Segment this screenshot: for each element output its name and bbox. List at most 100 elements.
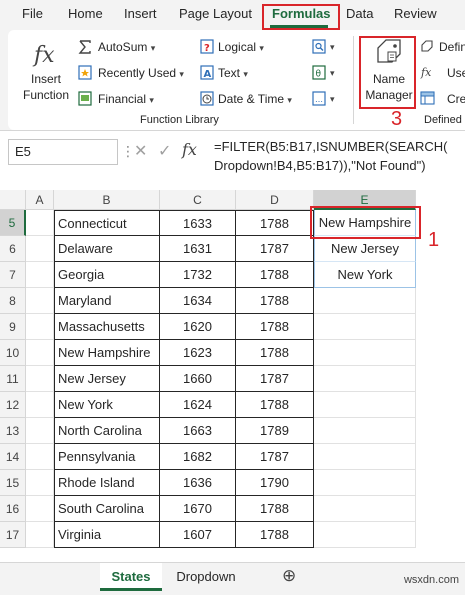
year-cell[interactable]: 1631	[160, 236, 236, 262]
recently-used-button[interactable]: Recently Used ▾	[98, 66, 184, 80]
more-functions-book-icon[interactable]: …	[312, 91, 326, 106]
grid-cell[interactable]	[26, 288, 54, 314]
math-book-icon[interactable]: θ	[312, 65, 326, 80]
sheet-tab-dropdown[interactable]: Dropdown	[168, 563, 244, 591]
grid-cell[interactable]	[26, 236, 54, 262]
result-cell[interactable]: New Hampshire	[314, 210, 416, 236]
name-box[interactable]: E5	[8, 139, 118, 165]
state-cell[interactable]: Connecticut	[54, 210, 160, 236]
formula-input[interactable]: =FILTER(B5:B17,ISNUMBER(SEARCH( Dropdown…	[214, 137, 464, 175]
year-cell[interactable]: 1788	[236, 496, 314, 522]
year-cell[interactable]: 1787	[236, 236, 314, 262]
name-manager-label-2[interactable]: Manager	[360, 88, 418, 102]
column-header-e[interactable]: E	[314, 190, 416, 210]
grid-cell[interactable]	[26, 522, 54, 548]
state-cell[interactable]: South Carolina	[54, 496, 160, 522]
row-header[interactable]: 12	[0, 392, 26, 418]
state-cell[interactable]: New York	[54, 392, 160, 418]
year-cell[interactable]: 1633	[160, 210, 236, 236]
tab-data[interactable]: Data	[346, 6, 373, 21]
autosum-button[interactable]: AutoSum ▾	[98, 40, 155, 54]
lookup-book-icon[interactable]	[312, 39, 326, 54]
year-cell[interactable]: 1670	[160, 496, 236, 522]
row-header[interactable]: 9	[0, 314, 26, 340]
row-header[interactable]: 6	[0, 236, 26, 262]
state-cell[interactable]: Pennsylvania	[54, 444, 160, 470]
state-cell[interactable]: North Carolina	[54, 418, 160, 444]
row-header[interactable]: 16	[0, 496, 26, 522]
result-cell[interactable]	[314, 366, 416, 392]
grid-cell[interactable]	[26, 418, 54, 444]
grid-cell[interactable]	[26, 496, 54, 522]
chevron-down-icon[interactable]: ▾	[330, 68, 335, 79]
state-cell[interactable]: Georgia	[54, 262, 160, 288]
year-cell[interactable]: 1790	[236, 470, 314, 496]
row-header[interactable]: 7	[0, 262, 26, 288]
state-cell[interactable]: New Hampshire	[54, 340, 160, 366]
sheet-tab-states[interactable]: States	[100, 563, 162, 591]
result-cell[interactable]	[314, 522, 416, 548]
logical-button[interactable]: Logical ▾	[218, 40, 264, 54]
result-cell[interactable]	[314, 314, 416, 340]
enter-icon[interactable]: ✓	[158, 141, 171, 161]
tab-page-layout[interactable]: Page Layout	[179, 6, 252, 21]
name-manager-label-1[interactable]: Name	[360, 72, 418, 86]
tab-home[interactable]: Home	[68, 6, 103, 21]
grid-cell[interactable]	[26, 314, 54, 340]
row-header[interactable]: 11	[0, 366, 26, 392]
row-header[interactable]: 13	[0, 418, 26, 444]
grid-cell[interactable]	[26, 340, 54, 366]
row-header[interactable]: 14	[0, 444, 26, 470]
year-cell[interactable]: 1660	[160, 366, 236, 392]
fx-icon[interactable]: fx	[182, 140, 197, 159]
grid-cell[interactable]	[26, 210, 54, 236]
chevron-down-icon[interactable]: ▾	[330, 42, 335, 53]
insert-function-label-1[interactable]: Insert	[18, 72, 74, 86]
result-cell[interactable]	[314, 470, 416, 496]
add-sheet-icon[interactable]: ⊕	[282, 566, 296, 586]
date-time-button[interactable]: Date & Time ▾	[218, 92, 292, 106]
tab-file[interactable]: File	[22, 6, 43, 21]
result-cell[interactable]	[314, 288, 416, 314]
year-cell[interactable]: 1788	[236, 288, 314, 314]
year-cell[interactable]: 1787	[236, 366, 314, 392]
year-cell[interactable]: 1788	[236, 522, 314, 548]
tab-review[interactable]: Review	[394, 6, 437, 21]
year-cell[interactable]: 1788	[236, 314, 314, 340]
row-header[interactable]: 15	[0, 470, 26, 496]
result-cell[interactable]	[314, 444, 416, 470]
row-header[interactable]: 10	[0, 340, 26, 366]
create-from-selection-button[interactable]: Crea	[447, 92, 465, 106]
tab-formulas[interactable]: Formulas	[272, 6, 331, 21]
year-cell[interactable]: 1663	[160, 418, 236, 444]
year-cell[interactable]: 1788	[236, 262, 314, 288]
row-header[interactable]: 8	[0, 288, 26, 314]
tab-insert[interactable]: Insert	[124, 6, 157, 21]
grid-cell[interactable]	[26, 366, 54, 392]
result-cell[interactable]: New Jersey	[314, 236, 416, 262]
use-in-formula-button[interactable]: Use in	[447, 66, 465, 80]
result-cell[interactable]: New York	[314, 262, 416, 288]
year-cell[interactable]: 1624	[160, 392, 236, 418]
year-cell[interactable]: 1732	[160, 262, 236, 288]
financial-button[interactable]: Financial ▾	[98, 92, 154, 106]
column-header-a[interactable]: A	[26, 190, 54, 210]
insert-function-label-2[interactable]: Function	[14, 88, 78, 102]
result-cell[interactable]	[314, 340, 416, 366]
result-cell[interactable]	[314, 496, 416, 522]
column-header-b[interactable]: B	[54, 190, 160, 210]
state-cell[interactable]: Maryland	[54, 288, 160, 314]
year-cell[interactable]: 1636	[160, 470, 236, 496]
result-cell[interactable]	[314, 418, 416, 444]
result-cell[interactable]	[314, 392, 416, 418]
select-all-corner[interactable]	[0, 190, 26, 210]
year-cell[interactable]: 1788	[236, 392, 314, 418]
year-cell[interactable]: 1623	[160, 340, 236, 366]
state-cell[interactable]: Virginia	[54, 522, 160, 548]
chevron-down-icon[interactable]: ▾	[330, 94, 335, 105]
define-name-button[interactable]: Defin	[439, 40, 465, 54]
state-cell[interactable]: Massachusetts	[54, 314, 160, 340]
grid-cell[interactable]	[26, 262, 54, 288]
cancel-icon[interactable]: ✕	[134, 141, 147, 161]
year-cell[interactable]: 1682	[160, 444, 236, 470]
